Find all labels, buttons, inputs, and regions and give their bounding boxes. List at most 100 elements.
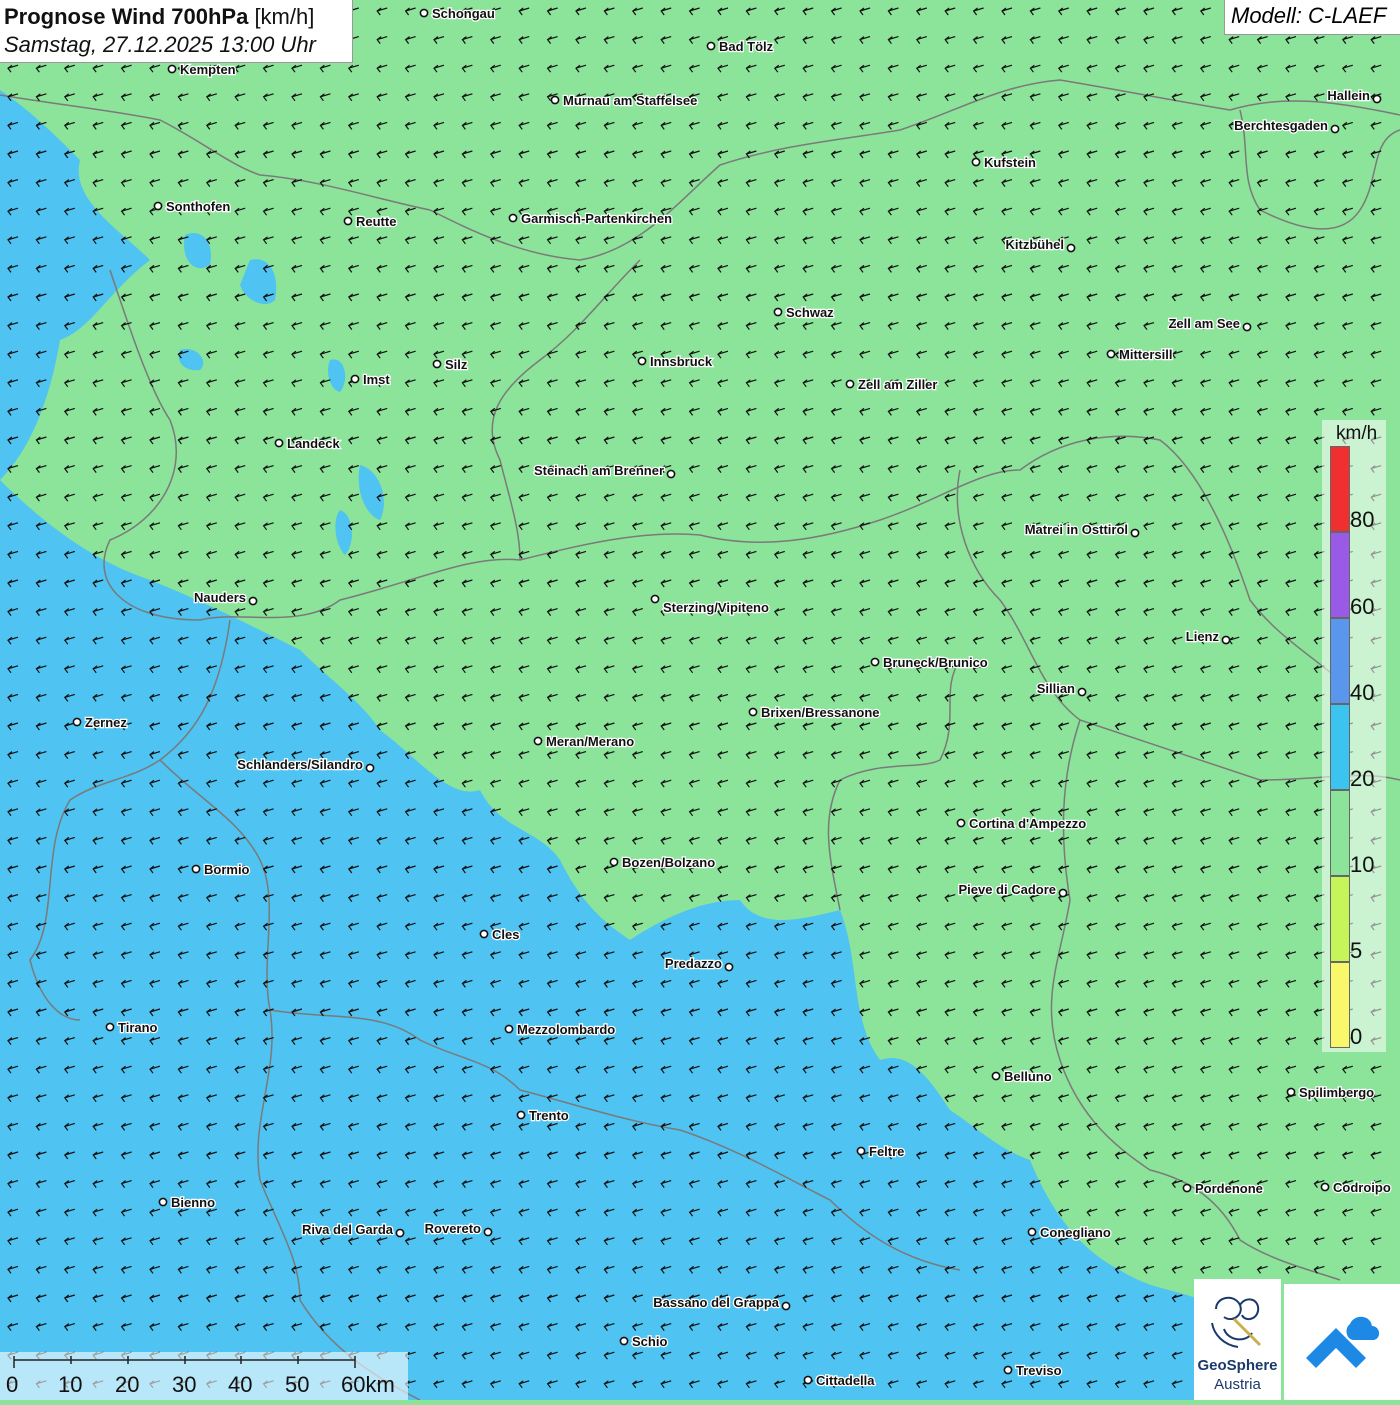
city-label: Codroipo bbox=[1333, 1180, 1391, 1195]
legend-bin bbox=[1330, 532, 1350, 618]
city-marker bbox=[1003, 1365, 1013, 1375]
scale-label-40: 40 bbox=[228, 1372, 253, 1397]
city-marker bbox=[550, 95, 560, 105]
city-marker bbox=[508, 213, 518, 223]
city-marker bbox=[350, 374, 360, 384]
city-label: Landeck bbox=[287, 436, 341, 451]
city-label: Bad Tölz bbox=[719, 39, 774, 54]
city-label: Pieve di Cadore bbox=[958, 882, 1056, 897]
city-marker bbox=[1130, 528, 1140, 538]
city-marker bbox=[533, 736, 543, 746]
city-marker bbox=[991, 1071, 1001, 1081]
city-marker bbox=[666, 469, 676, 479]
city-marker bbox=[105, 1022, 115, 1032]
city-label: Bienno bbox=[171, 1195, 215, 1210]
city-label: Spilimbergo bbox=[1299, 1085, 1374, 1100]
city-label: Tirano bbox=[118, 1020, 158, 1035]
city-marker bbox=[706, 41, 716, 51]
city-label: Mezzolombardo bbox=[517, 1022, 615, 1037]
city-marker bbox=[637, 356, 647, 366]
city-label: Hallein bbox=[1327, 88, 1370, 103]
city-marker bbox=[724, 962, 734, 972]
scale-label-20: 20 bbox=[115, 1372, 140, 1397]
city-label: Steinach am Brenner bbox=[534, 463, 664, 478]
city-marker bbox=[748, 707, 758, 717]
city-marker bbox=[1182, 1183, 1192, 1193]
city-label: Schwaz bbox=[786, 305, 834, 320]
mountain-cloud-icon bbox=[1306, 1316, 1380, 1368]
city-marker bbox=[167, 64, 177, 74]
geosphere-logo: GeoSphere Austria bbox=[1194, 1279, 1281, 1400]
city-label: Bassano del Grappa bbox=[653, 1295, 779, 1310]
city-marker bbox=[395, 1228, 405, 1238]
city-marker bbox=[158, 1197, 168, 1207]
legend-label: 0 bbox=[1350, 1024, 1363, 1049]
legend-label: 20 bbox=[1350, 766, 1375, 791]
city-label: Sterzing/Vipiteno bbox=[663, 600, 769, 615]
city-marker bbox=[516, 1110, 526, 1120]
logo-name: GeoSphere bbox=[1197, 1357, 1278, 1374]
legend-label: 80 bbox=[1350, 507, 1375, 532]
city-label: Conegliano bbox=[1040, 1225, 1111, 1240]
city-label: Cittadella bbox=[816, 1373, 875, 1388]
legend-bin bbox=[1330, 790, 1350, 876]
city-marker bbox=[856, 1146, 866, 1156]
title-bold: Prognose Wind 700hPa bbox=[4, 4, 249, 29]
legend-label: 5 bbox=[1350, 938, 1363, 963]
city-label: Kempten bbox=[180, 62, 236, 77]
city-label: Silz bbox=[445, 357, 468, 372]
city-label: Kitzbühel bbox=[1006, 237, 1065, 252]
city-marker bbox=[72, 717, 82, 727]
city-marker bbox=[432, 359, 442, 369]
city-label: Cortina d'Ampezzo bbox=[969, 816, 1086, 831]
city-label: Kufstein bbox=[984, 155, 1036, 170]
city-label: Trento bbox=[529, 1108, 569, 1123]
city-marker bbox=[1286, 1087, 1296, 1097]
city-marker bbox=[343, 216, 353, 226]
legend-label: 10 bbox=[1350, 852, 1375, 877]
legend-label: 40 bbox=[1350, 680, 1375, 705]
city-marker bbox=[504, 1024, 514, 1034]
legend-bin bbox=[1330, 704, 1350, 790]
city-label: Innsbruck bbox=[650, 354, 713, 369]
wind-map: Schongau Bad Tölz Kempten Murnau am Staffel… bbox=[0, 0, 1400, 1400]
legend-bin-top bbox=[1330, 446, 1350, 532]
city-label: Mittersill bbox=[1119, 347, 1172, 362]
city-label: Murnau am Staffelsee bbox=[563, 93, 697, 108]
city-label: Rovereto bbox=[425, 1221, 481, 1236]
map-title: Prognose Wind 700hPa [km/h] bbox=[4, 3, 348, 31]
city-label: Garmisch-Partenkirchen bbox=[521, 211, 672, 226]
city-label: Schio bbox=[632, 1334, 667, 1349]
city-marker bbox=[479, 929, 489, 939]
city-label: Bruneck/Brunico bbox=[883, 655, 988, 670]
city-marker bbox=[365, 763, 375, 773]
city-marker bbox=[1372, 94, 1382, 104]
city-marker bbox=[1027, 1227, 1037, 1237]
city-marker bbox=[619, 1336, 629, 1346]
city-label: Berchtesgaden bbox=[1234, 118, 1328, 133]
city-marker bbox=[153, 201, 163, 211]
city-marker bbox=[845, 379, 855, 389]
logo-sub: Austria bbox=[1214, 1376, 1261, 1393]
city-label: Sonthofen bbox=[166, 199, 230, 214]
city-label: Zell am Ziller bbox=[858, 377, 937, 392]
city-marker bbox=[1106, 349, 1116, 359]
city-label: Zernez bbox=[85, 715, 127, 730]
city-marker bbox=[1330, 124, 1340, 134]
city-label: Schongau bbox=[432, 6, 495, 21]
city-marker bbox=[1221, 635, 1231, 645]
city-label: Predazzo bbox=[665, 956, 722, 971]
city-marker bbox=[1077, 687, 1087, 697]
scale-label-60km: 60km bbox=[341, 1372, 395, 1397]
city-label: Brixen/Bressanone bbox=[761, 705, 880, 720]
city-label: Sillian bbox=[1037, 681, 1075, 696]
legend-label: 60 bbox=[1350, 594, 1375, 619]
scale-label-0: 0 bbox=[6, 1372, 19, 1397]
city-marker bbox=[274, 438, 284, 448]
city-marker bbox=[971, 157, 981, 167]
scale-label-30: 30 bbox=[172, 1372, 197, 1397]
city-label: Zell am See bbox=[1168, 316, 1240, 331]
city-marker bbox=[956, 818, 966, 828]
city-marker bbox=[1320, 1182, 1330, 1192]
app-logo bbox=[1284, 1284, 1400, 1400]
